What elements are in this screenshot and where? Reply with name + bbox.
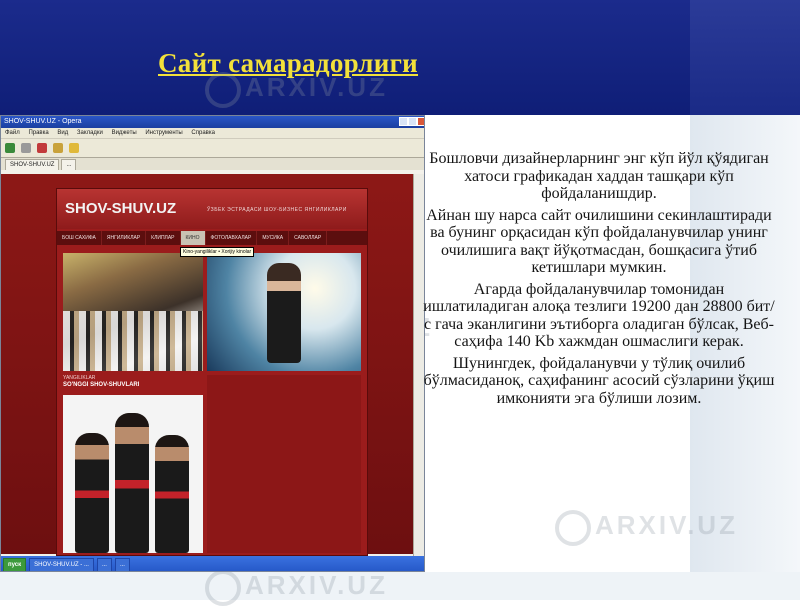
site-nav-item-home[interactable]: БОШ САХИФА	[57, 231, 102, 245]
menu-item-tools[interactable]: Инструменты	[145, 130, 182, 136]
browser-titlebar: SHOV-SHUV.UZ - Opera	[1, 116, 424, 128]
menu-item-widgets[interactable]: Виджеты	[112, 130, 137, 136]
site-nav: БОШ САХИФА ЯНГИЛИКЛАР КЛИПЛАР КИНО ФОТОЛ…	[57, 231, 367, 245]
menu-item-view[interactable]: Вид	[57, 130, 68, 136]
watermark-logo-icon	[205, 570, 241, 606]
site-slogan: ЎЗБЕК ЭСТРАДАСИ ШОУ-БИЗНЕС ЯНГИЛИКЛАРИ	[207, 207, 347, 213]
minimize-icon[interactable]	[399, 117, 408, 126]
site-nav-item-photos[interactable]: ФОТОЛАВХАЛАР	[206, 231, 258, 245]
menu-item-file[interactable]: Файл	[5, 130, 20, 136]
watermark-logo-icon	[205, 72, 241, 108]
taskbar-item[interactable]: SHOV-SHUV.UZ - ...	[29, 557, 94, 571]
star-icon[interactable]	[69, 143, 79, 153]
forward-icon[interactable]	[21, 143, 31, 153]
browser-window-title: SHOV-SHUV.UZ - Opera	[4, 118, 82, 125]
taskbar-item[interactable]: ...	[96, 557, 112, 571]
browser-screenshot: SHOV-SHUV.UZ - Opera Файл Правка Вид Зак…	[0, 115, 425, 572]
bottom-strip	[0, 572, 800, 600]
watermark-text: ARXIV.UZ	[245, 570, 388, 600]
section-title[interactable]: SO'NGGI SHOV-SHUVLARI	[63, 382, 139, 388]
site-nav-item-clips[interactable]: КЛИПЛАР	[146, 231, 181, 245]
paragraph: Шунингдек, фойдаланувчи у тўлиқ очилиб б…	[423, 354, 775, 407]
menu-item-bookmarks[interactable]: Закладки	[77, 130, 103, 136]
watermark-text: ARXIV.UZ	[245, 72, 388, 102]
browser-viewport: SHOV-SHUV.UZ ЎЗБЕК ЭСТРАДАСИ ШОУ-БИЗНЕС …	[1, 174, 413, 556]
site-nav-item-questions[interactable]: САВОЛЛАР	[289, 231, 328, 245]
nav-tooltip: Kino-yangiliklar • Xorijiy kinolar	[180, 247, 255, 257]
site-header: SHOV-SHUV.UZ ЎЗБЕК ЭСТРАДАСИ ШОУ-БИЗНЕС …	[57, 189, 367, 229]
site-nav-item-cinema[interactable]: КИНО	[180, 231, 206, 245]
menu-item-help[interactable]: Справка	[191, 130, 215, 136]
back-icon[interactable]	[5, 143, 15, 153]
news-photo-trio[interactable]	[63, 395, 203, 553]
site-nav-item-music[interactable]: МУСИКА	[257, 231, 290, 245]
start-button[interactable]: пуск	[3, 557, 27, 571]
watermark-text: ARXIV.UZ	[595, 510, 738, 540]
browser-toolbar	[1, 138, 424, 158]
close-icon[interactable]	[417, 117, 424, 126]
watermark-logo-icon	[555, 510, 591, 546]
menu-item-edit[interactable]: Правка	[28, 130, 48, 136]
browser-tabs: SHOV-SHUV.UZ ...	[1, 158, 424, 170]
paragraph: Агарда фойдаланувчилар томонидан ишлатил…	[423, 280, 775, 351]
taskbar-item[interactable]: ...	[114, 557, 130, 571]
maximize-icon[interactable]	[408, 117, 417, 126]
paragraph: Бошловчи дизайнерларнинг энг кўп йўл қўя…	[429, 150, 769, 202]
section-kicker: YANGILIKLAR	[63, 375, 96, 381]
header-right-decor	[690, 0, 800, 115]
website: SHOV-SHUV.UZ ЎЗБЕК ЭСТРАДАСИ ШОУ-БИЗНЕС …	[56, 188, 368, 556]
tab-shov-shuv[interactable]: SHOV-SHUV.UZ	[5, 159, 60, 170]
content-text: Бошловчи дизайнерларнинг энг кўп йўл қўя…	[423, 150, 775, 411]
windows-taskbar: пуск SHOV-SHUV.UZ - ... ... ...	[1, 556, 424, 571]
news-photo-performer[interactable]	[207, 253, 361, 371]
site-logo[interactable]: SHOV-SHUV.UZ	[65, 200, 176, 217]
reload-icon[interactable]	[37, 143, 47, 153]
news-photo-crowd[interactable]	[63, 253, 203, 371]
browser-menubar: Файл Правка Вид Закладки Виджеты Инструм…	[1, 128, 424, 138]
home-icon[interactable]	[53, 143, 63, 153]
tab-other[interactable]: ...	[61, 159, 77, 170]
site-right-column	[207, 375, 361, 553]
paragraph: Айнан шу нарса сайт очилишини секинлашти…	[426, 206, 772, 277]
site-nav-item-news[interactable]: ЯНГИЛИКЛАР	[102, 231, 147, 245]
